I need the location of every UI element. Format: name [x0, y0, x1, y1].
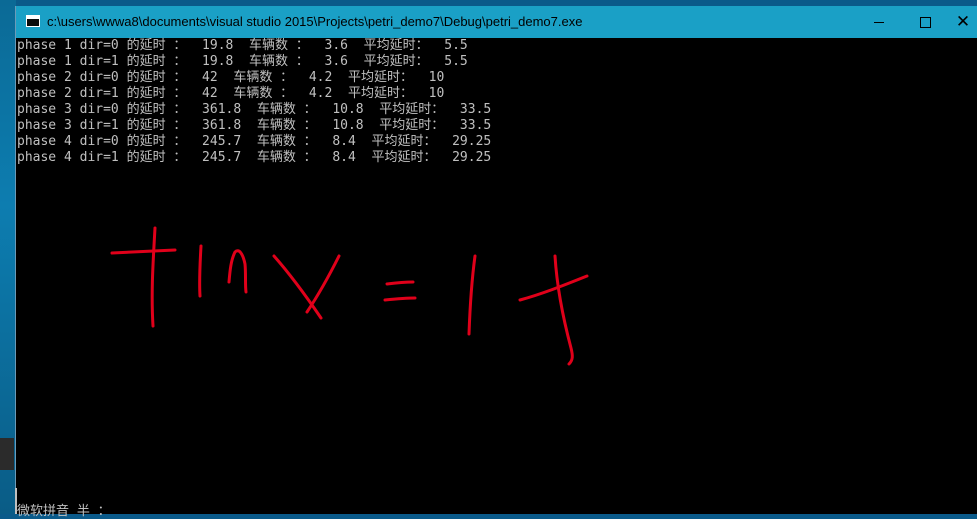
console-window[interactable]: c:\users\wwwa8\documents\visual studio 2… [15, 6, 977, 519]
ink-stroke [110, 248, 177, 255]
title-bar[interactable]: c:\users\wwwa8\documents\visual studio 2… [16, 6, 977, 38]
console-output[interactable]: phase 1 dir=0 的延时 ： 19.8 车辆数 ： 3.6 平均延时：… [17, 38, 972, 514]
ink-stroke [198, 244, 203, 298]
ink-stroke [383, 296, 417, 302]
close-icon: ✕ [955, 11, 971, 32]
ink-stroke [467, 254, 477, 336]
desktop-background [0, 0, 16, 514]
minimize-icon [874, 21, 884, 23]
console-app-icon [26, 15, 40, 27]
minimize-button[interactable] [856, 6, 902, 38]
ink-stroke [227, 249, 248, 294]
taskbar-edge [0, 438, 14, 470]
maximize-icon [919, 16, 931, 28]
handwritten-annotation [110, 226, 589, 366]
ink-stroke [385, 280, 415, 286]
ink-stroke [553, 254, 574, 366]
close-button[interactable]: ✕ [948, 6, 977, 38]
ink-stroke [518, 274, 589, 302]
maximize-button[interactable] [902, 6, 948, 38]
ink-stroke [305, 254, 341, 314]
ink-stroke [272, 254, 323, 320]
ime-status-bar: 微软拼音 半 ： [17, 504, 111, 519]
window-title: c:\users\wwwa8\documents\visual studio 2… [47, 14, 583, 29]
ink-stroke [150, 226, 157, 328]
